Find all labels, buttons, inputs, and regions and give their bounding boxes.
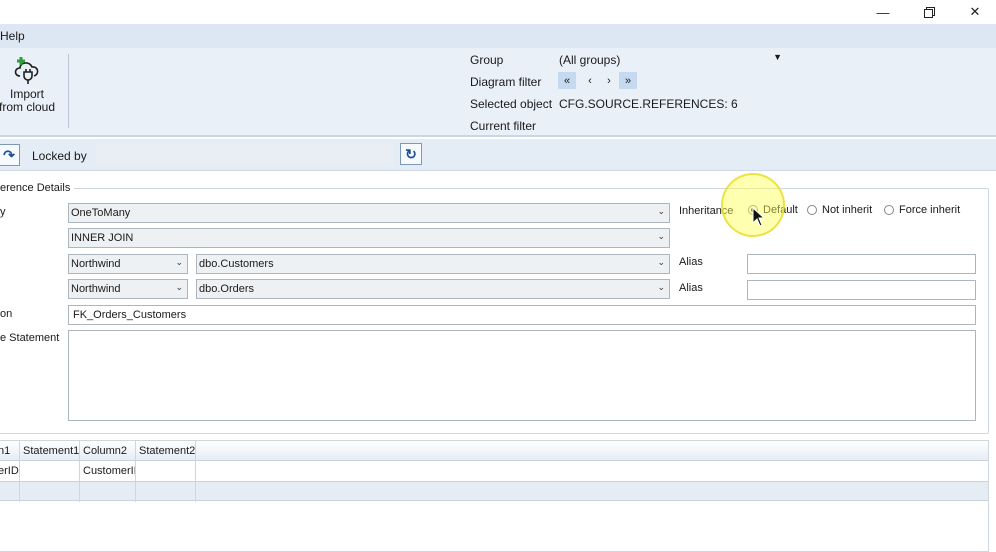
radio-force-inherit[interactable]: Force inherit: [884, 204, 960, 216]
grid-header-cell[interactable]: Statement2: [136, 441, 196, 461]
radio-force-inherit-label: Force inherit: [899, 204, 961, 216]
locked-by-field[interactable]: [96, 143, 394, 165]
reference-details-legend: erence Details: [0, 182, 75, 194]
nav-first-button[interactable]: «: [558, 72, 576, 89]
group-dropdown[interactable]: (All groups) ▼: [556, 51, 786, 69]
alias-label-1: Alias: [679, 256, 703, 268]
cardinality-label: y: [0, 206, 6, 218]
join-type-value: INNER JOIN: [71, 232, 134, 244]
minimize-icon[interactable]: —: [860, 0, 906, 24]
grid-cell[interactable]: [20, 482, 80, 502]
dropdown-arrow-icon: ▼: [773, 52, 782, 62]
radio-force-inherit-dot: [884, 205, 894, 215]
title-bar: — ✕: [0, 0, 996, 24]
ribbon: Import from cloud Group (All groups) ▼ D…: [0, 48, 996, 137]
chevron-down-icon: ⌄: [657, 206, 665, 216]
cardinality-value: OneToMany: [71, 207, 131, 219]
menu-bar: Help: [0, 24, 996, 48]
diagram-filter-label: Diagram filter: [470, 75, 542, 89]
grid-cell[interactable]: CustomerID: [80, 461, 136, 481]
chevron-down-icon: ⌄: [175, 257, 183, 267]
restore-icon[interactable]: [906, 0, 952, 24]
group-label: Group: [470, 53, 504, 67]
chevron-down-icon: ⌄: [657, 282, 665, 292]
alias-label-2: Alias: [679, 282, 703, 294]
grid-cell[interactable]: [0, 482, 20, 502]
description-input[interactable]: FK_Orders_Customers: [68, 305, 976, 325]
grid-header-cell[interactable]: Statement1: [20, 441, 80, 461]
locked-by-label: Locked by: [32, 149, 87, 163]
redo-icon[interactable]: ↷: [0, 144, 20, 166]
radio-not-inherit[interactable]: Not inherit: [807, 204, 872, 216]
radio-not-inherit-dot: [807, 205, 817, 215]
columns-grid[interactable]: n1 Statement1 Column2 Statement2 erID Cu…: [0, 440, 989, 552]
source-table-select[interactable]: dbo.Customers ⌄: [196, 254, 670, 274]
grid-header-cell[interactable]: n1: [0, 441, 20, 461]
current-filter-label: Current filter: [470, 119, 537, 133]
grid-new-row[interactable]: [0, 481, 988, 502]
group-value: (All groups): [559, 53, 621, 67]
target-database-value: Northwind: [71, 283, 121, 295]
description-label: on: [0, 308, 13, 320]
source-database-select[interactable]: Northwind ⌄: [68, 254, 188, 274]
target-table-value: dbo.Orders: [199, 283, 255, 295]
target-alias-input[interactable]: [747, 280, 976, 300]
import-from-cloud-button[interactable]: Import from cloud: [0, 52, 60, 130]
menu-help[interactable]: Help: [0, 29, 25, 43]
grid-header-cell[interactable]: Column2: [80, 441, 136, 461]
cloud-plug-icon: [0, 52, 60, 88]
source-database-value: Northwind: [71, 258, 121, 270]
chevron-down-icon: ⌄: [657, 231, 665, 241]
selected-object-label: Selected object: [470, 97, 553, 111]
grid-cell[interactable]: [136, 482, 196, 502]
ribbon-separator: [68, 54, 69, 128]
grid-cell[interactable]: erID: [0, 461, 20, 481]
cardinality-select[interactable]: OneToMany ⌄: [68, 203, 670, 223]
chevron-down-icon: ⌄: [175, 282, 183, 292]
grid-cell[interactable]: [80, 482, 136, 502]
nav-last-button[interactable]: »: [619, 72, 637, 89]
grid-cell[interactable]: [20, 461, 80, 481]
statement-textarea[interactable]: [68, 330, 976, 421]
selected-object-value: CFG.SOURCE.REFERENCES: 6: [559, 97, 738, 111]
close-icon[interactable]: ✕: [952, 0, 996, 24]
source-table-value: dbo.Customers: [199, 258, 274, 270]
grid-cell[interactable]: [136, 461, 196, 481]
radio-not-inherit-label: Not inherit: [822, 204, 873, 216]
refresh-icon[interactable]: ↻: [400, 143, 422, 165]
mouse-cursor-icon: [752, 206, 766, 230]
statement-label: e Statement: [0, 332, 60, 344]
chevron-down-icon: ⌄: [657, 257, 665, 267]
import-label-2: from cloud: [0, 100, 56, 114]
join-type-select[interactable]: INNER JOIN ⌄: [68, 228, 670, 248]
target-table-select[interactable]: dbo.Orders ⌄: [196, 279, 670, 299]
source-alias-input[interactable]: [747, 254, 976, 274]
nav-prev-button[interactable]: ‹: [581, 72, 599, 89]
target-database-select[interactable]: Northwind ⌄: [68, 279, 188, 299]
nav-next-button[interactable]: ›: [600, 72, 618, 89]
